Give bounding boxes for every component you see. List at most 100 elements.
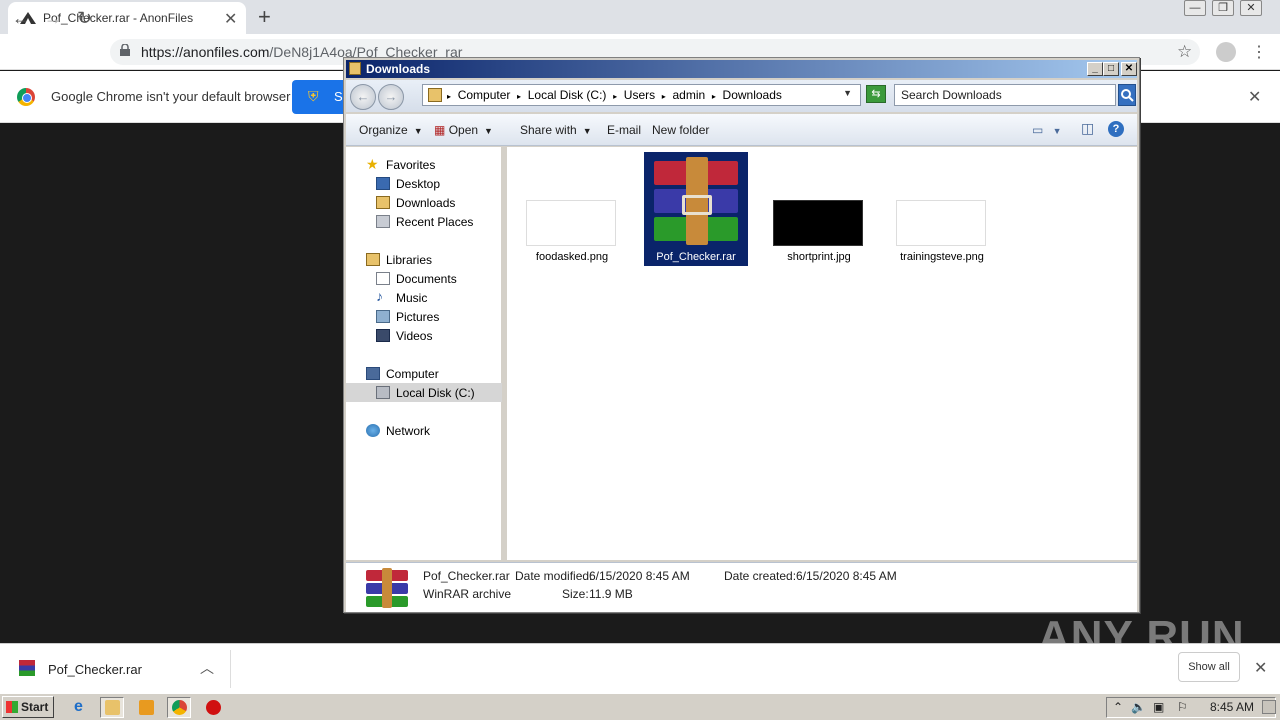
- email-button[interactable]: E-mail: [607, 123, 641, 137]
- explorer-taskbar-icon[interactable]: [100, 697, 124, 718]
- close-window-icon[interactable]: ✕: [1240, 0, 1262, 16]
- download-file-name[interactable]: Pof_Checker.rar: [48, 662, 142, 677]
- forward-icon[interactable]: →: [44, 8, 62, 29]
- nav-music[interactable]: ♪ Music: [346, 288, 502, 307]
- start-button[interactable]: Start: [2, 696, 54, 718]
- image-thumbnail: [773, 200, 863, 246]
- clock[interactable]: 8:45 AM: [1210, 700, 1254, 714]
- nav-label: Desktop: [396, 177, 441, 191]
- chevron-down-icon[interactable]: ▼: [843, 88, 852, 98]
- created-value: 6/15/2020 8:45 AM: [796, 569, 897, 583]
- stop-icon: [206, 700, 221, 715]
- size-value: 11.9 MB: [589, 587, 633, 601]
- taskbar: Start e ⌃ 🔈 ▣ ⚐ 8:45 AM: [0, 693, 1280, 720]
- flag-icon[interactable]: ⚐: [1177, 700, 1188, 714]
- star-icon: ★: [366, 156, 379, 172]
- desktop-icon: [376, 177, 390, 190]
- volume-icon[interactable]: 🔈: [1131, 700, 1146, 714]
- breadcrumb[interactable]: ▸ Computer ▸ Local Disk (C:) ▸ Users ▸ a…: [422, 84, 861, 106]
- url-host: https://anonfiles.com: [141, 44, 270, 60]
- crumb-computer[interactable]: Computer: [458, 88, 511, 102]
- open-button[interactable]: ▦ Open ▼: [434, 123, 493, 137]
- ie-icon: e: [74, 698, 83, 715]
- network-tray-icon[interactable]: ▣: [1153, 700, 1164, 714]
- breadcrumb-path: ▸ Computer ▸ Local Disk (C:) ▸ Users ▸ a…: [447, 88, 782, 102]
- nav-recent-places[interactable]: Recent Places: [346, 212, 502, 231]
- image-thumbnail: [896, 200, 986, 246]
- nav-label: Network: [386, 424, 431, 438]
- nav-label: Music: [396, 291, 428, 305]
- file-item[interactable]: Pof_Checker.rar: [644, 152, 748, 266]
- refresh-icon[interactable]: ⇆: [866, 85, 886, 103]
- nav-favorites[interactable]: ★ Favorites: [346, 155, 502, 174]
- file-name: foodasked.png: [535, 251, 609, 263]
- chrome-taskbar-icon[interactable]: [167, 697, 191, 718]
- infobar-text: Google Chrome isn't your default browser: [51, 89, 291, 104]
- drive-icon: [376, 386, 390, 399]
- crumb-downloads[interactable]: Downloads: [723, 88, 782, 102]
- show-all-button[interactable]: Show all: [1178, 652, 1240, 682]
- nav-pictures[interactable]: Pictures: [346, 307, 502, 326]
- profile-avatar[interactable]: [1216, 42, 1236, 62]
- music-icon: ♪: [376, 288, 383, 304]
- preview-pane-icon[interactable]: ◫: [1081, 120, 1094, 137]
- videos-icon: [376, 329, 390, 342]
- nav-label: Local Disk (C:): [396, 386, 475, 400]
- nav-label: Videos: [396, 329, 433, 343]
- close-button[interactable]: ✕: [1121, 62, 1137, 76]
- crumb-local-disk[interactable]: Local Disk (C:): [528, 88, 607, 102]
- help-icon[interactable]: ?: [1108, 121, 1124, 137]
- minimize-button[interactable]: _: [1087, 62, 1103, 76]
- organize-button[interactable]: Organize ▼: [359, 123, 423, 137]
- lock-icon: [120, 44, 130, 56]
- nav-videos[interactable]: Videos: [346, 326, 502, 345]
- maximize-button[interactable]: □: [1103, 62, 1119, 76]
- infobar-close-icon[interactable]: ✕: [1248, 87, 1261, 107]
- nav-label: Documents: [396, 272, 457, 286]
- bookmark-star-icon[interactable]: ☆: [1177, 42, 1192, 62]
- media-player-taskbar-icon[interactable]: [134, 697, 158, 718]
- restore-icon[interactable]: ❐: [1212, 0, 1234, 16]
- nav-network[interactable]: Network: [346, 421, 502, 440]
- file-item[interactable]: trainingsteve.png: [890, 152, 994, 266]
- back-icon[interactable]: ←: [12, 8, 30, 29]
- open-label: Open: [448, 123, 479, 137]
- search-input[interactable]: Search Downloads: [894, 84, 1116, 106]
- show-hidden-icon[interactable]: ⌃: [1113, 700, 1123, 714]
- view-options-icon[interactable]: ▭ ▼: [1032, 123, 1062, 137]
- search-icon[interactable]: [1118, 84, 1136, 106]
- crumb-admin[interactable]: admin: [672, 88, 705, 102]
- chrome-logo-icon: [17, 88, 35, 106]
- shield-icon: ⛨: [308, 88, 319, 104]
- stop-taskbar-icon[interactable]: [201, 697, 225, 718]
- new-folder-button[interactable]: New folder: [652, 123, 709, 137]
- nav-libraries[interactable]: Libraries: [346, 250, 502, 269]
- explorer-titlebar[interactable]: Downloads _ □ ✕: [346, 60, 1137, 78]
- nav-documents[interactable]: Documents: [346, 269, 502, 288]
- file-item[interactable]: shortprint.jpg: [767, 152, 871, 266]
- close-shelf-icon[interactable]: ✕: [1254, 658, 1267, 678]
- new-tab-icon[interactable]: +: [258, 4, 271, 30]
- reload-icon[interactable]: ↻: [77, 8, 92, 29]
- nav-computer[interactable]: Computer: [346, 364, 502, 383]
- navigation-pane: ★ Favorites Desktop Downloads Recent Plac…: [346, 147, 504, 560]
- nav-local-disk[interactable]: Local Disk (C:): [346, 383, 502, 402]
- minimize-icon[interactable]: —: [1184, 0, 1206, 16]
- nav-desktop[interactable]: Desktop: [346, 174, 502, 193]
- back-button[interactable]: ←: [350, 84, 376, 110]
- chevron-up-icon[interactable]: ︿: [200, 658, 214, 678]
- winrar-icon: [19, 660, 35, 676]
- ie-taskbar-icon[interactable]: e: [68, 697, 92, 718]
- set-default-label: S: [334, 89, 343, 104]
- share-with-button[interactable]: Share with ▼: [520, 123, 592, 137]
- modified-value: 6/15/2020 8:45 AM: [589, 569, 690, 583]
- details-pane: Pof_Checker.rar WinRAR archive Date modi…: [346, 562, 1137, 612]
- forward-button[interactable]: →: [378, 84, 404, 110]
- chrome-menu-icon[interactable]: ⋮: [1251, 42, 1267, 62]
- close-tab-icon[interactable]: ✕: [224, 9, 237, 29]
- crumb-users[interactable]: Users: [624, 88, 655, 102]
- nav-downloads[interactable]: Downloads: [346, 193, 502, 212]
- show-desktop-button[interactable]: [1262, 700, 1276, 714]
- file-item[interactable]: foodasked.png: [520, 152, 624, 266]
- modified-label: Date modified:: [515, 569, 593, 583]
